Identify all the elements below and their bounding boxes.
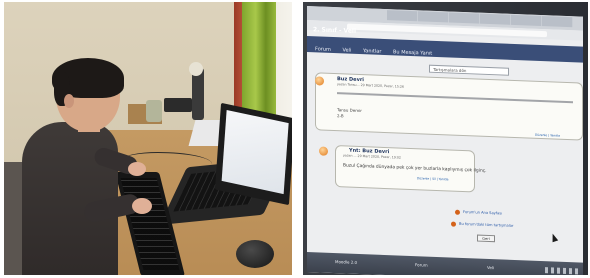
page-title: 2. Sınıf - Veli bbox=[313, 26, 357, 35]
taskbar-item[interactable]: Forum bbox=[415, 262, 428, 267]
mouse-cursor-icon bbox=[549, 232, 559, 243]
breadcrumb-item-veli[interactable]: Veli bbox=[342, 47, 351, 53]
photo-child-at-desk bbox=[4, 2, 292, 275]
child-hand-right bbox=[128, 162, 146, 176]
taskbar-item[interactable]: Veli bbox=[487, 265, 494, 270]
all-discussions-link[interactable]: Bu forum'daki tüm tartışmalar bbox=[459, 222, 513, 228]
back-button[interactable]: Geri bbox=[477, 234, 495, 243]
speaker-top bbox=[189, 62, 203, 76]
laptop-screen bbox=[214, 102, 292, 206]
router bbox=[164, 98, 192, 112]
breadcrumb-item-yanitlar[interactable]: Yanıtlar bbox=[363, 48, 381, 55]
post-signature-name: Tansu Demir bbox=[337, 107, 362, 114]
taskbar-item[interactable]: Moodle 2.0 bbox=[335, 259, 357, 265]
forum-home-link[interactable]: Forum'un Ana Sayfası bbox=[463, 210, 502, 216]
post-signature-class: 2-B bbox=[337, 113, 344, 119]
monitor-screen: 2. Sınıf - Veli Forum Veli Yanıtlar Bu M… bbox=[307, 6, 583, 275]
discussion-select[interactable]: Tartışmalara dön bbox=[429, 64, 509, 76]
jar bbox=[146, 100, 162, 122]
laptop-display bbox=[221, 109, 289, 195]
breadcrumb-item-current: Bu Mesaja Yanıt bbox=[393, 49, 433, 57]
child-hand-left bbox=[132, 198, 152, 214]
child-ear bbox=[64, 94, 74, 108]
breadcrumb-item-forum[interactable]: Forum bbox=[315, 46, 331, 53]
photo-forum-screen: 2. Sınıf - Veli Forum Veli Yanıtlar Bu M… bbox=[303, 2, 588, 275]
mouse bbox=[236, 240, 274, 268]
system-tray[interactable] bbox=[545, 267, 579, 275]
reply-avatar-icon bbox=[319, 146, 328, 156]
all-discussions-icon bbox=[451, 221, 456, 227]
forum-home-icon bbox=[455, 209, 460, 215]
user-avatar-icon bbox=[315, 76, 324, 86]
